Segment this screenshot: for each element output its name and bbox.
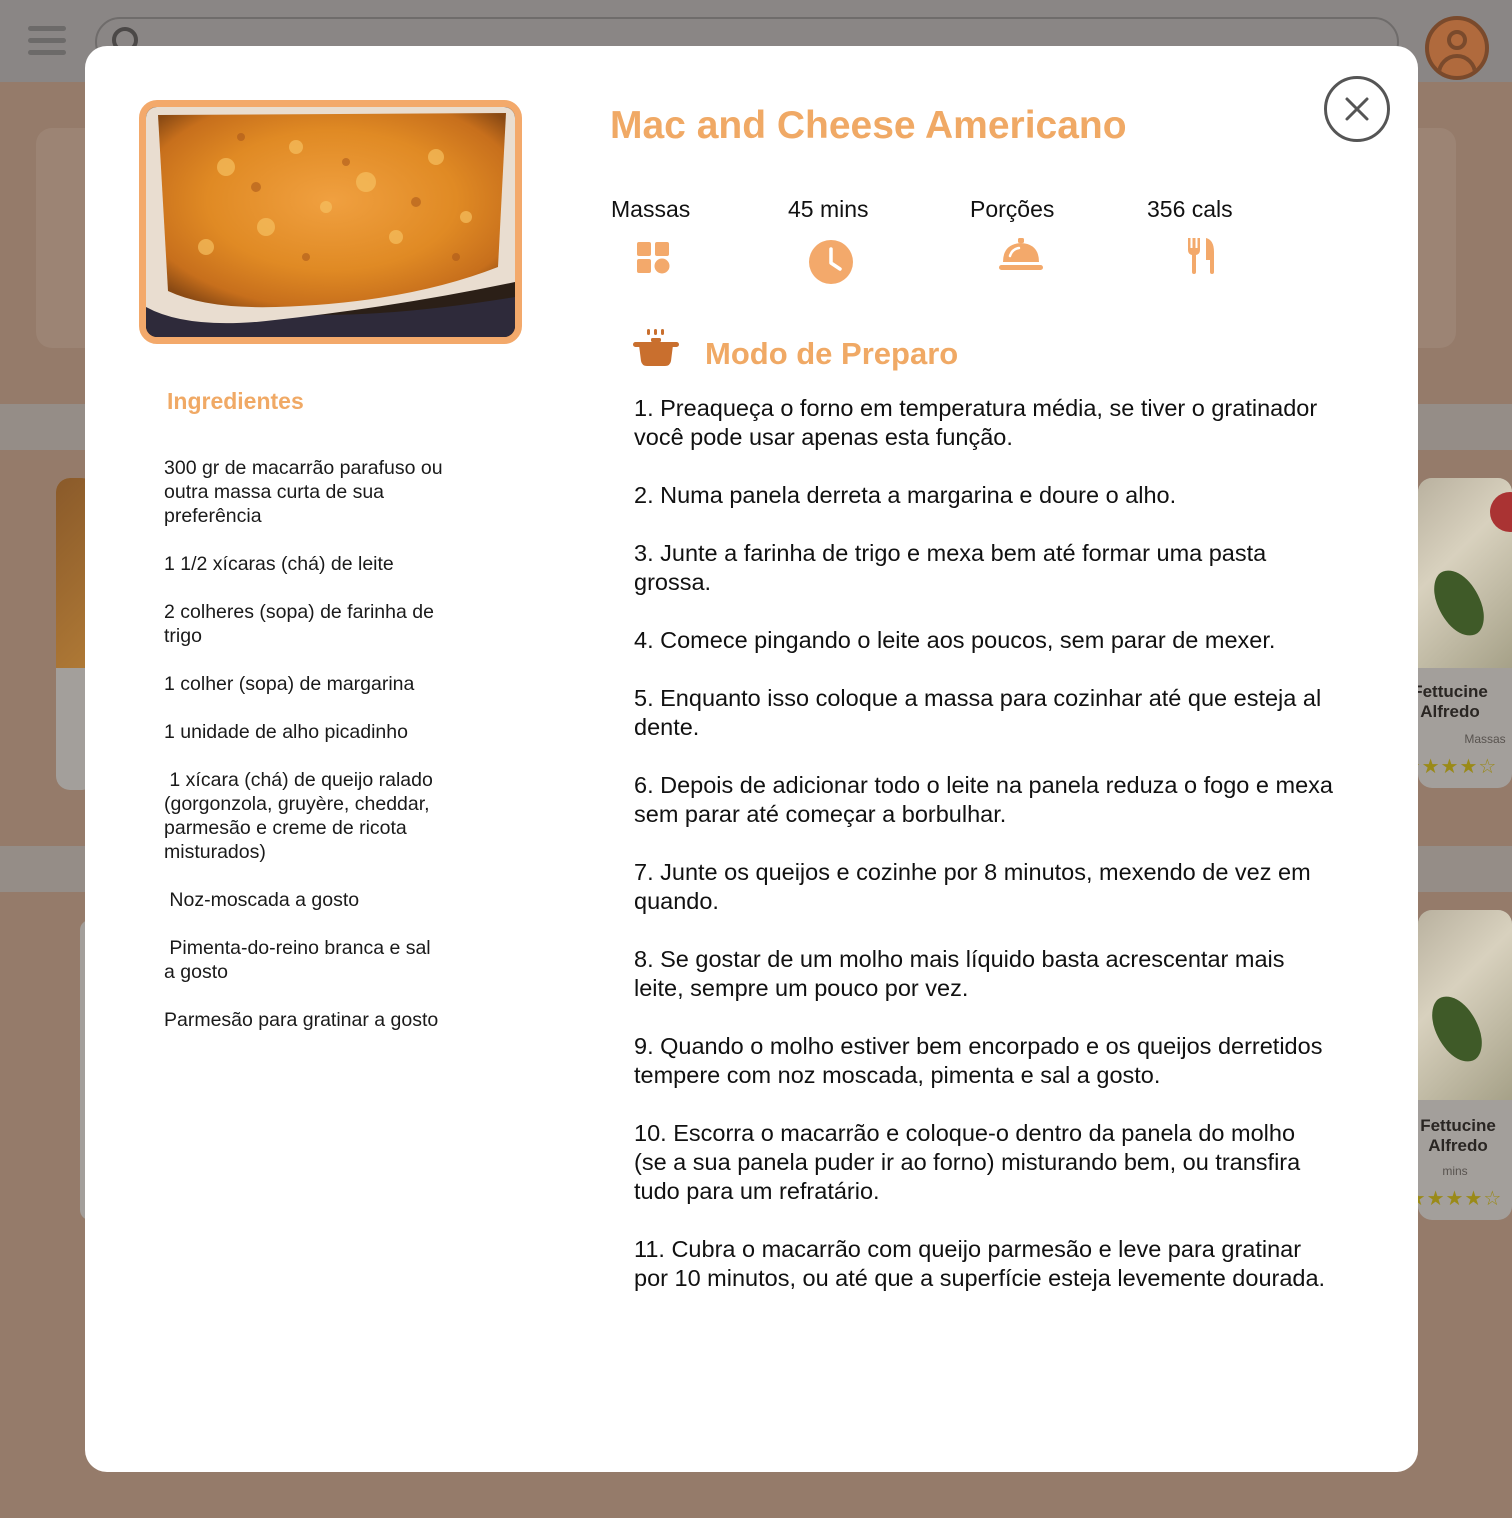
clock-icon [809, 240, 853, 284]
preparation-step: 9. Quando o molho estiver bem encorpado … [634, 1033, 1323, 1088]
cooking-pot-icon [633, 329, 679, 366]
ingredient-item: Noz-moscada a gosto [164, 889, 360, 911]
stat-servings: Porções [970, 196, 1054, 223]
ingredients-heading: Ingredientes [167, 388, 304, 414]
preparation-heading: Modo de Preparo [705, 336, 959, 371]
preparation-step: 5. Enquanto isso coloque a massa para co… [634, 685, 1322, 740]
preparation-step: 8. Se gostar de um molho mais líquido ba… [634, 946, 1285, 1001]
stat-category-label: Massas [611, 196, 691, 222]
recipe-card-meta: mins [1442, 1164, 1468, 1178]
ingredient-item: 1 xícara (chá) de queijo ralado (gorgonz… [164, 769, 439, 863]
ingredient-item: 1 1/2 xícaras (chá) de leite [164, 553, 394, 575]
recipe-card[interactable]: Fettucine Alfredo mins ★★★★☆ [1418, 910, 1512, 1220]
preparation-step: 4. Comece pingando o leite aos poucos, s… [634, 627, 1276, 653]
preparation-step: 10. Escorra o macarrão e coloque-o dentr… [634, 1120, 1301, 1204]
ingredient-item: Pimenta-do-reino branca e sal a gosto [164, 937, 437, 983]
ingredients-list: 300 gr de macarrão parafuso ou outra mas… [164, 456, 446, 1056]
stat-calories: 356 cals [1147, 196, 1233, 223]
recipe-card[interactable]: Fettucine Alfredo Massas ★★★★☆ [1418, 478, 1512, 788]
preparation-step: 3. Junte a farinha de trigo e mexa bem a… [634, 540, 1267, 595]
grid-category-icon [637, 242, 670, 274]
stat-servings-label: Porções [970, 196, 1055, 222]
ingredient-item: 300 gr de macarrão parafuso ou outra mas… [164, 457, 449, 527]
preparation-step: 6. Depois de adicionar todo o leite na p… [634, 772, 1333, 827]
ingredient-item: 1 unidade de alho picadinho [164, 721, 408, 743]
recipe-card-meta: Massas [1464, 732, 1506, 746]
preparation-step: 2. Numa panela derreta a margarina e dou… [634, 482, 1177, 508]
cutlery-icon [1188, 238, 1214, 274]
recipe-photo [139, 100, 522, 344]
rating-stars: ★★★★☆ [1418, 756, 1498, 778]
ingredient-item: 2 colheres (sopa) de farinha de trigo [164, 601, 440, 647]
preparation-steps: 1. Preaqueça o forno em temperatura médi… [634, 394, 1334, 1322]
rating-stars: ★★★★☆ [1418, 1188, 1503, 1210]
ingredient-item: 1 colher (sopa) de margarina [164, 673, 415, 695]
ingredient-item: Parmesão para gratinar a gosto [164, 1009, 439, 1031]
close-button[interactable] [1324, 76, 1390, 142]
recipe-card-title: Fettucine Alfredo [1418, 682, 1488, 721]
preparation-step: 1. Preaqueça o forno em temperatura médi… [634, 395, 1318, 450]
preparation-step: 7. Junte os queijos e cozinhe por 8 minu… [634, 859, 1311, 914]
recipe-title: Mac and Cheese Americano [610, 104, 1127, 147]
preparation-step: 11. Cubra o macarrão com queijo parmesão… [634, 1236, 1326, 1291]
stat-calories-label: 356 cals [1147, 196, 1233, 222]
stat-time-label: 45 mins [788, 196, 869, 222]
serving-cloche-icon [999, 238, 1043, 270]
user-avatar-icon[interactable] [1425, 16, 1489, 80]
stat-time: 45 mins [788, 196, 869, 223]
recipe-detail-modal: Ingredientes 300 gr de macarrão parafuso… [85, 46, 1418, 1472]
hamburger-icon[interactable] [28, 26, 66, 56]
close-icon [1345, 97, 1369, 121]
stat-category: Massas [611, 196, 690, 223]
recipe-card-title: Fettucine Alfredo [1420, 1116, 1496, 1155]
